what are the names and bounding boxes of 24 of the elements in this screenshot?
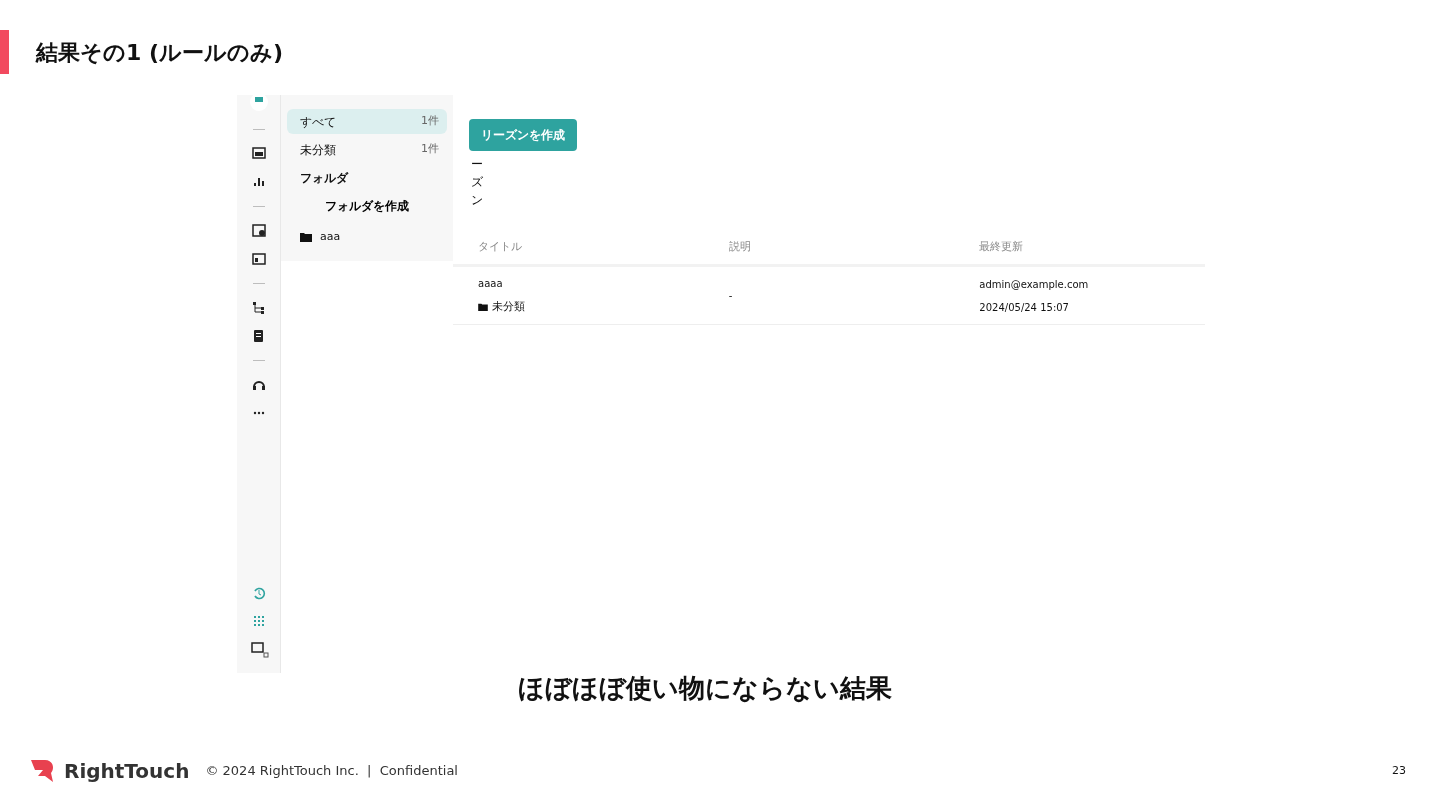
- brand-name: RightTouch: [64, 758, 190, 785]
- folder-icon: [478, 303, 488, 311]
- row-title: aaaa: [478, 276, 504, 291]
- table-cell: -: [728, 290, 733, 301]
- column-header: 説明: [727, 239, 752, 256]
- folder-item[interactable]: aaa: [320, 229, 341, 246]
- slide-title: 結果その1 (ルールのみ): [36, 38, 284, 67]
- folder-heading: フォルダ: [299, 170, 350, 187]
- folder-icon: [300, 232, 312, 243]
- create-folder-button[interactable]: フォルダを作成: [287, 191, 447, 221]
- vertical-label: ーズン: [471, 156, 483, 209]
- row-folder: 未分類: [492, 298, 525, 315]
- page-number: 23: [1392, 762, 1406, 779]
- filter-item[interactable]: 未分類 1件: [287, 137, 447, 162]
- column-header: タイトル: [477, 239, 523, 256]
- window-icon[interactable]: [248, 639, 269, 659]
- copyright-text: © 2024 RightTouch Inc. | Confidential: [205, 762, 458, 781]
- accent-bar: [0, 30, 9, 74]
- filter-item[interactable]: すべて 1件: [287, 109, 447, 134]
- column-header: 最終更新: [978, 239, 1025, 256]
- slide-caption: ほぼほぼ使い物にならない結果: [517, 672, 893, 705]
- updated-at: 2024/05/24 15:07: [979, 300, 1070, 315]
- updated-by: admin@example.com: [979, 277, 1090, 292]
- logo-icon: [30, 758, 56, 784]
